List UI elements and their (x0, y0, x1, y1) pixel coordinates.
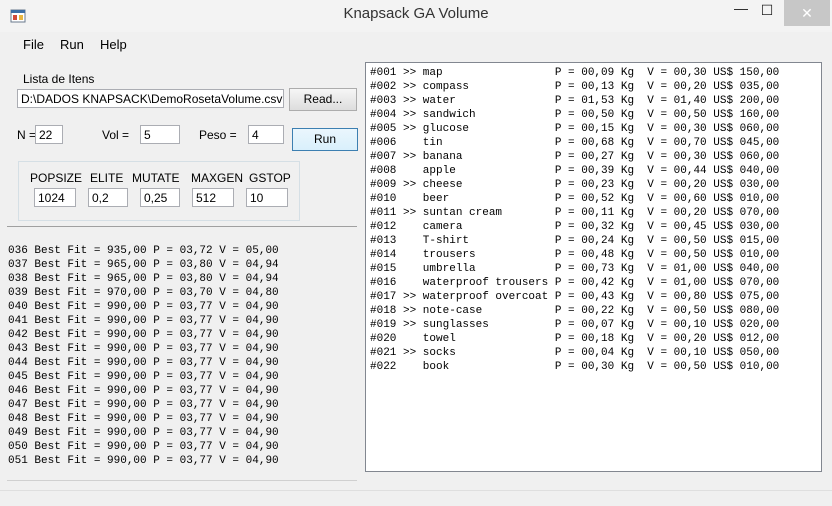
mutate-label: MUTATE (132, 171, 180, 185)
log-output[interactable]: 036 Best Fit = 935,00 P = 03,72 V = 05,0… (8, 244, 356, 476)
list-item: #018 >> note-case P = 00,22 Kg V = 00,50… (370, 305, 780, 317)
list-item: #001 >> map P = 00,09 Kg V = 00,30 US$ 1… (370, 67, 780, 79)
menu-run[interactable]: Run (60, 37, 84, 52)
gstop-input[interactable]: 10 (246, 188, 288, 207)
peso-label: Peso = (199, 128, 237, 142)
log-line: 044 Best Fit = 990,00 P = 03,77 V = 04,9… (8, 357, 279, 369)
log-line: 046 Best Fit = 990,00 P = 03,77 V = 04,9… (8, 385, 279, 397)
popsize-label: POPSIZE (30, 171, 83, 185)
n-input[interactable]: 22 (35, 125, 63, 144)
list-item: #013 T-shirt P = 00,24 Kg V = 00,50 US$ … (370, 235, 780, 247)
items-list-label: Lista de Itens (23, 72, 95, 86)
list-item: #016 waterproof trousers P = 00,42 Kg V … (370, 277, 780, 289)
log-line: 043 Best Fit = 990,00 P = 03,77 V = 04,9… (8, 343, 279, 355)
menu-file[interactable]: File (23, 37, 44, 52)
close-button[interactable]: ✕ (784, 0, 830, 26)
list-item: #019 >> sunglasses P = 00,07 Kg V = 00,1… (370, 319, 780, 331)
list-item: #017 >> waterproof overcoat P = 00,43 Kg… (370, 291, 780, 303)
log-line: 042 Best Fit = 990,00 P = 03,77 V = 04,9… (8, 329, 279, 341)
items-list[interactable]: #001 >> map P = 00,09 Kg V = 00,30 US$ 1… (365, 62, 822, 472)
list-item: #012 camera P = 00,32 Kg V = 00,45 US$ 0… (370, 221, 780, 233)
app-window: Knapsack GA Volume — ☐ ✕ File Run Help L… (0, 0, 832, 506)
elite-label: ELITE (90, 171, 124, 185)
read-button[interactable]: Read... (289, 88, 357, 111)
gstop-label: GSTOP (249, 171, 291, 185)
log-line: 048 Best Fit = 990,00 P = 03,77 V = 04,9… (8, 413, 279, 425)
list-item: #021 >> socks P = 00,04 Kg V = 00,10 US$… (370, 347, 780, 359)
vol-input[interactable]: 5 (140, 125, 180, 144)
popsize-input[interactable]: 1024 (34, 188, 76, 207)
list-item: #004 >> sandwich P = 00,50 Kg V = 00,50 … (370, 109, 780, 121)
list-item: #022 book P = 00,30 Kg V = 00,50 US$ 010… (370, 361, 780, 373)
title-bar: Knapsack GA Volume — ☐ ✕ (0, 0, 832, 32)
status-strip (0, 490, 832, 506)
maximize-button[interactable]: ☐ (750, 2, 784, 28)
elite-input[interactable]: 0,2 (88, 188, 128, 207)
log-line: 041 Best Fit = 990,00 P = 03,77 V = 04,9… (8, 315, 279, 327)
list-item: #008 apple P = 00,39 Kg V = 00,44 US$ 04… (370, 165, 780, 177)
menu-help[interactable]: Help (100, 37, 127, 52)
run-button[interactable]: Run (292, 128, 358, 151)
list-item: #003 >> water P = 01,53 Kg V = 01,40 US$… (370, 95, 780, 107)
menu-bar: File Run Help (0, 32, 832, 56)
mutate-input[interactable]: 0,25 (140, 188, 180, 207)
maxgen-label: MAXGEN (191, 171, 244, 185)
list-item: #011 >> suntan cream P = 00,11 Kg V = 00… (370, 207, 780, 219)
log-line: 050 Best Fit = 990,00 P = 03,77 V = 04,9… (8, 441, 279, 453)
window-title: Knapsack GA Volume (343, 5, 489, 22)
list-item: #007 >> banana P = 00,27 Kg V = 00,30 US… (370, 151, 780, 163)
n-label: N = (17, 128, 37, 142)
log-line: 038 Best Fit = 965,00 P = 03,80 V = 04,9… (8, 273, 279, 285)
file-path-input[interactable]: D:\DADOS KNAPSACK\DemoRosetaVolume.csv (17, 89, 284, 108)
maxgen-input[interactable]: 512 (192, 188, 234, 207)
log-panel-bottom-border (7, 480, 357, 481)
log-line: 036 Best Fit = 935,00 P = 03,72 V = 05,0… (8, 245, 279, 257)
log-line: 039 Best Fit = 970,00 P = 03,70 V = 04,8… (8, 287, 279, 299)
list-item: #015 umbrella P = 00,73 Kg V = 01,00 US$… (370, 263, 780, 275)
list-item: #020 towel P = 00,18 Kg V = 00,20 US$ 01… (370, 333, 780, 345)
log-line: 049 Best Fit = 990,00 P = 03,77 V = 04,9… (8, 427, 279, 439)
log-panel-divider (7, 226, 357, 227)
list-item: #006 tin P = 00,68 Kg V = 00,70 US$ 045,… (370, 137, 780, 149)
log-line: 045 Best Fit = 990,00 P = 03,77 V = 04,9… (8, 371, 279, 383)
list-item: #010 beer P = 00,52 Kg V = 00,60 US$ 010… (370, 193, 780, 205)
list-item: #009 >> cheese P = 00,23 Kg V = 00,20 US… (370, 179, 780, 191)
list-item: #005 >> glucose P = 00,15 Kg V = 00,30 U… (370, 123, 780, 135)
peso-input[interactable]: 4 (248, 125, 284, 144)
log-line: 040 Best Fit = 990,00 P = 03,77 V = 04,9… (8, 301, 279, 313)
log-line: 037 Best Fit = 965,00 P = 03,80 V = 04,9… (8, 259, 279, 271)
list-item: #014 trousers P = 00,48 Kg V = 00,50 US$… (370, 249, 780, 261)
log-line: 047 Best Fit = 990,00 P = 03,77 V = 04,9… (8, 399, 279, 411)
log-line: 051 Best Fit = 990,00 P = 03,77 V = 04,9… (8, 455, 279, 467)
list-item: #002 >> compass P = 00,13 Kg V = 00,20 U… (370, 81, 780, 93)
vol-label: Vol = (102, 128, 130, 142)
